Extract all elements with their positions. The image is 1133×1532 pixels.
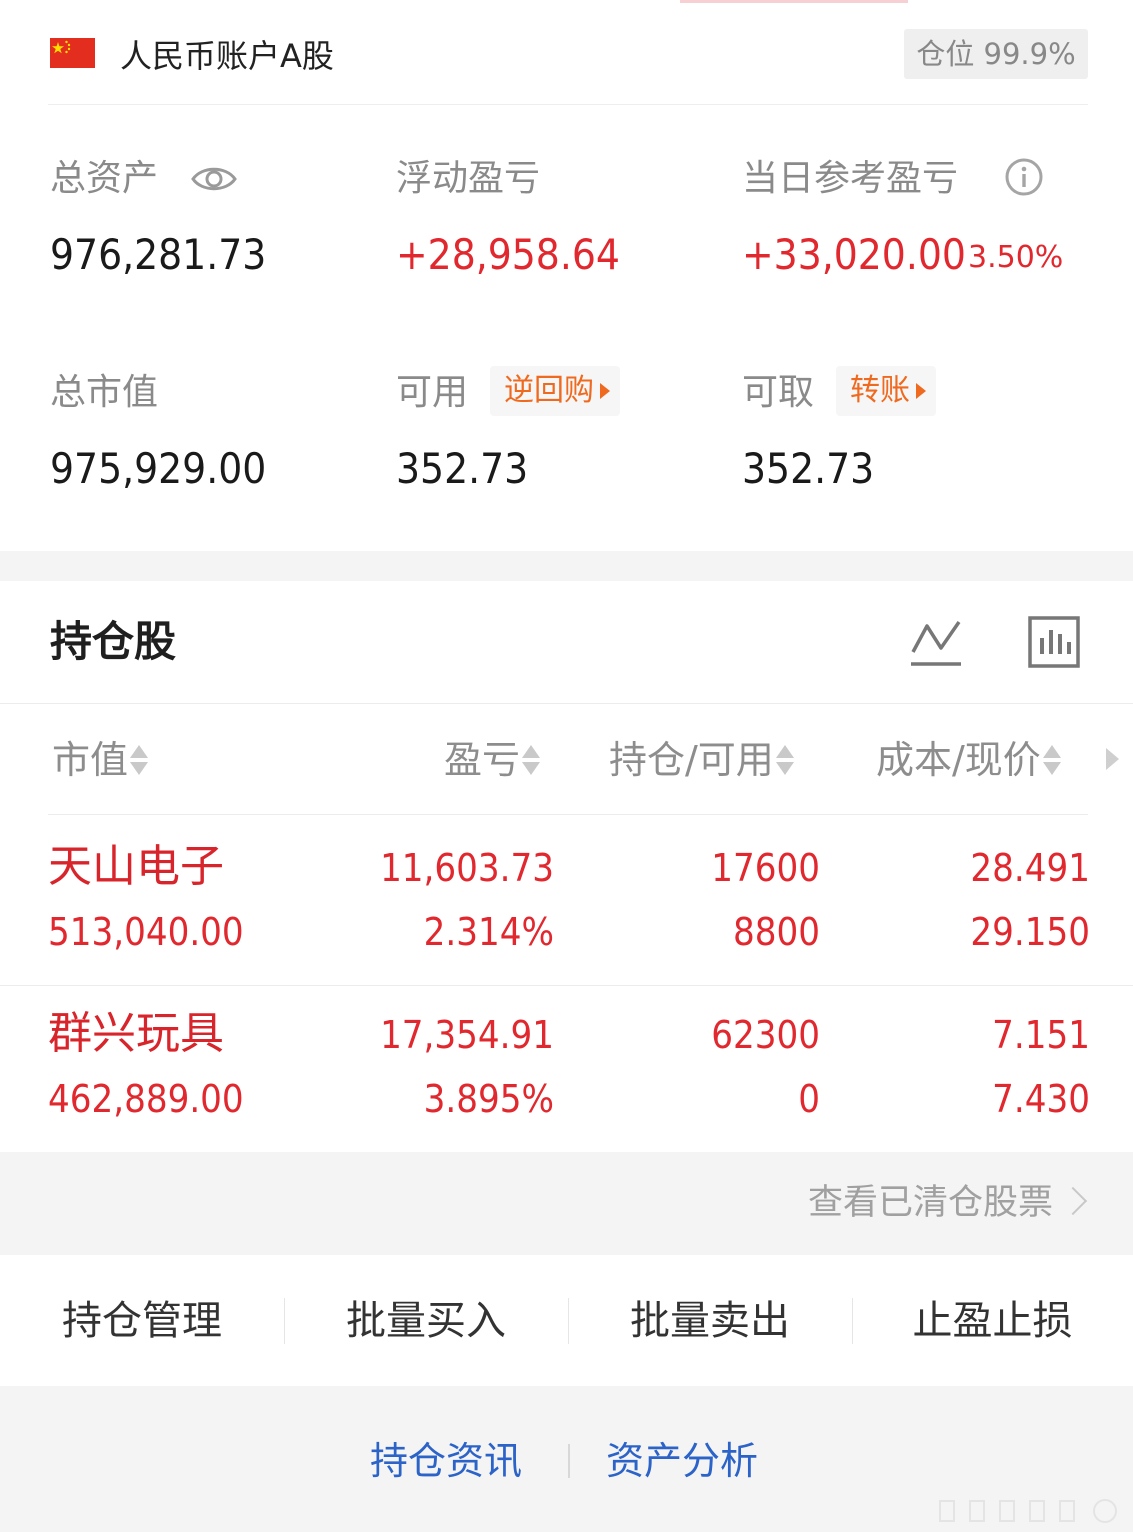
column-header-label: 市值 [52,738,129,782]
column-header-market-value[interactable]: 市值 [52,735,149,785]
table-row[interactable]: 天山电子 513,040.00 11,603.73 2.314% 17600 8… [0,815,1133,985]
market-value-value: 975,929.00 [50,444,267,493]
eye-icon[interactable] [190,157,238,201]
column-header-pl[interactable]: 盈亏 [444,735,541,785]
batch-sell-button[interactable]: 批量卖出 [568,1294,852,1348]
position-management-button[interactable]: 持仓管理 [0,1294,284,1348]
column-header-label: 持仓/可用 [609,738,774,782]
take-profit-stop-loss-button[interactable]: 止盈止损 [852,1294,1133,1348]
stock-market-value: 513,040.00 [48,910,244,954]
daily-pl-value: +33,020.00 [742,230,966,279]
line-chart-icon[interactable] [908,614,964,670]
stock-name: 群兴玩具 [48,1008,224,1059]
holdings-news-link[interactable]: 持仓资讯 [370,1436,522,1486]
stock-cost: 28.491 [970,846,1090,890]
divider [568,1444,570,1478]
stock-pl: 11,603.73 [380,846,554,890]
withdrawable-label: 可取 [742,372,815,413]
batch-buy-button[interactable]: 批量买入 [284,1294,568,1348]
sort-icon [522,743,541,777]
play-arrow-icon [600,383,610,399]
total-assets-value: 976,281.73 [50,230,267,279]
bar-chart-icon[interactable] [1026,614,1082,670]
watermark [900,1493,1126,1527]
asset-analysis-link[interactable]: 资产分析 [606,1436,758,1486]
divider [48,104,1088,105]
stock-available: 8800 [733,910,820,954]
stock-name: 天山电子 [48,841,224,892]
sort-icon [1042,743,1061,777]
cleared-stocks-link[interactable]: 查看已清仓股票 [808,1180,1053,1226]
holdings-title: 持仓股 [50,617,177,666]
column-header-label: 盈亏 [444,738,521,782]
stock-price: 29.150 [970,910,1090,954]
stock-price: 7.430 [992,1077,1090,1121]
reverse-repo-button[interactable]: 逆回购 [490,366,620,416]
info-icon[interactable] [1004,157,1044,197]
top-accent-bar [680,0,908,3]
sort-icon [130,743,149,777]
scroll-right-icon[interactable] [1106,748,1119,770]
stock-available: 0 [798,1077,820,1121]
reverse-repo-label: 逆回购 [504,373,594,408]
floating-pl-label: 浮动盈亏 [396,158,541,199]
account-name[interactable]: 人民币账户A股 [120,34,334,78]
transfer-label: 转账 [850,373,910,408]
stock-pl-percent: 2.314% [423,910,554,954]
stock-cost: 7.151 [992,1013,1090,1057]
available-value: 352.73 [396,444,529,493]
stock-position: 17600 [711,846,820,890]
china-flag-icon [50,38,95,68]
table-row[interactable]: 群兴玩具 462,889.00 17,354.91 3.895% 62300 0… [0,986,1133,1152]
total-assets-label: 总资产 [50,158,159,199]
column-header-cost-price[interactable]: 成本/现价 [876,735,1061,785]
sort-icon [775,743,794,777]
daily-pl-percent: 3.50% [968,240,1064,275]
daily-pl-label: 当日参考盈亏 [742,158,959,199]
divider [0,703,1133,704]
play-arrow-icon [916,383,926,399]
column-header-position[interactable]: 持仓/可用 [609,735,794,785]
stock-market-value: 462,889.00 [48,1077,244,1121]
position-ratio-badge: 仓位 99.9% [904,29,1088,79]
transfer-button[interactable]: 转账 [836,366,936,416]
stock-pl-percent: 3.895% [423,1077,554,1121]
withdrawable-value: 352.73 [742,444,875,493]
market-value-label: 总市值 [50,372,159,413]
stock-pl: 17,354.91 [380,1013,554,1057]
floating-pl-value: +28,958.64 [396,230,620,279]
column-header-label: 成本/现价 [876,738,1041,782]
section-gap [0,551,1133,581]
available-label: 可用 [396,372,469,413]
stock-position: 62300 [711,1013,820,1057]
